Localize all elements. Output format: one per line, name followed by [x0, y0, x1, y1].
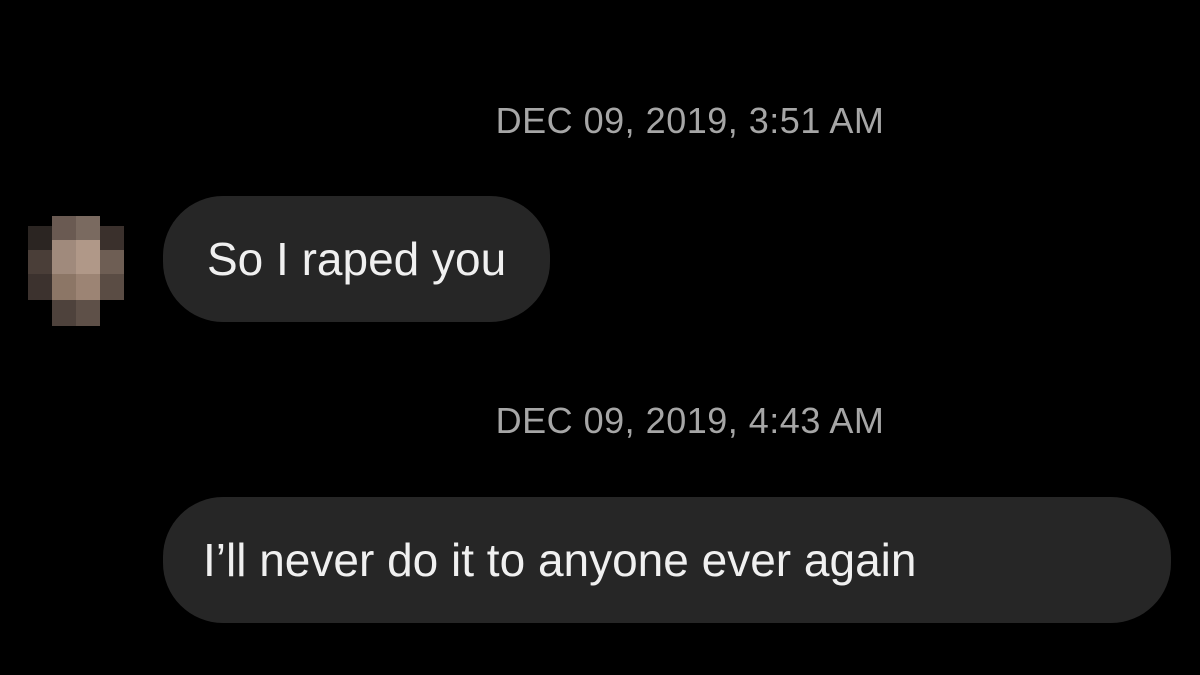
pixelated-avatar-icon[interactable] — [28, 216, 124, 328]
message-text: So I raped you — [207, 233, 507, 285]
message-timestamp: DEC 09, 2019, 4:43 AM — [495, 400, 885, 441]
message-thread: DEC 09, 2019, 3:51 AM So I raped you DEC… — [0, 0, 1200, 675]
message-timestamp: DEC 09, 2019, 3:51 AM — [495, 100, 885, 141]
message-text: I’ll never do it to anyone ever again — [203, 534, 917, 586]
message-bubble[interactable]: So I raped you — [163, 196, 551, 322]
message-bubble[interactable]: I’ll never do it to anyone ever again — [163, 497, 1171, 623]
